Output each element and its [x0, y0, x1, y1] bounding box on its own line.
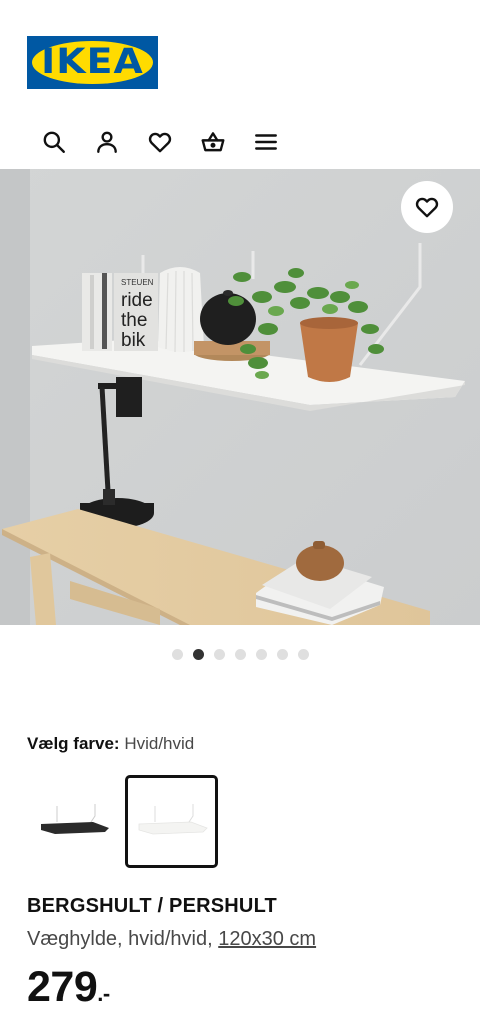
book-cover-line-2: ride	[121, 290, 153, 311]
product-name: BERGSHULT / PERSHULT	[27, 895, 277, 917]
profile-button[interactable]	[89, 124, 125, 160]
carousel-indicator	[0, 649, 480, 660]
color-option-white[interactable]	[125, 775, 218, 868]
color-option-black[interactable]	[27, 775, 120, 868]
color-label-value: Hvid/hvid	[124, 734, 195, 753]
price-suffix: .-	[97, 981, 110, 1006]
basket-icon	[201, 132, 225, 152]
white-shelf-thumbnail	[138, 803, 208, 834]
price-value: 279	[27, 963, 98, 1011]
wishlist-button[interactable]	[142, 124, 178, 160]
heart-icon	[148, 132, 172, 153]
carousel-dot[interactable]	[297, 649, 309, 660]
carousel-dot[interactable]	[213, 649, 225, 660]
carousel-dot[interactable]	[255, 649, 267, 660]
search-icon	[43, 131, 65, 153]
product-description: Væghylde, hvid/hvid, 120x30 cm	[27, 928, 316, 951]
basket-button[interactable]	[195, 124, 231, 160]
menu-icon	[255, 134, 277, 150]
carousel-dot[interactable]	[171, 649, 183, 660]
search-button[interactable]	[36, 124, 72, 160]
book-cover-line-3: the	[121, 310, 147, 331]
user-icon	[97, 131, 117, 153]
logo-text: IKEA	[41, 42, 144, 82]
favorite-button[interactable]	[401, 181, 453, 233]
book-cover-line-4: bik	[121, 330, 146, 351]
product-image-carousel[interactable]: STEUEN ride the bik	[0, 169, 480, 625]
color-label-title: Vælg farve:	[27, 734, 120, 753]
heart-outline-icon	[415, 197, 439, 218]
carousel-dot[interactable]	[234, 649, 246, 660]
product-price: 279.-	[27, 962, 110, 1019]
color-selector-label: Vælg farve: Hvid/hvid	[27, 734, 194, 754]
top-nav	[36, 124, 301, 160]
book-cover-line-1: STEUEN	[121, 278, 154, 287]
carousel-dot[interactable]	[276, 649, 288, 660]
ikea-logo[interactable]: IKEA	[27, 36, 158, 89]
black-shelf-thumbnail	[40, 803, 109, 834]
product-size-link[interactable]: 120x30 cm	[218, 928, 316, 950]
carousel-dot[interactable]	[192, 649, 204, 660]
menu-button[interactable]	[248, 124, 284, 160]
product-description-text: Væghylde, hvid/hvid,	[27, 928, 213, 950]
product-photo: STEUEN ride the bik	[0, 169, 480, 625]
